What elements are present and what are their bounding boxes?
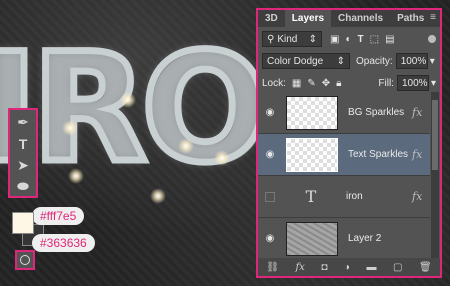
layer-name: Text Sparkles: [348, 149, 409, 160]
lock-position-icon[interactable]: ✥: [322, 78, 330, 89]
blend-mode-value: Color Dodge: [267, 55, 324, 67]
eye-icon[interactable]: ◉: [258, 149, 282, 160]
fx-icon[interactable]: fx: [412, 106, 430, 119]
fx-icon[interactable]: fx: [412, 148, 430, 161]
new-group-icon[interactable]: ▬: [366, 262, 376, 273]
text-layer-thumbnail: T: [305, 187, 317, 206]
layer-row-text-sparkles[interactable]: ◉ Text Sparkles fx: [258, 134, 430, 176]
adjustment-filter-icon[interactable]: ◐: [345, 34, 351, 45]
lock-transparent-icon[interactable]: ▦: [292, 78, 301, 89]
foreground-color-label: #fff7e5: [32, 207, 85, 225]
fx-icon[interactable]: fx: [412, 190, 430, 203]
layers-scrollbar[interactable]: [431, 92, 439, 260]
panel-tabs: 3D Layers Channels Paths ≡: [258, 10, 440, 27]
chevron-updown-icon: ⇕: [336, 55, 345, 67]
smart-object-filter-icon[interactable]: ▤: [385, 34, 394, 45]
tab-paths[interactable]: Paths: [390, 10, 431, 27]
eye-icon[interactable]: ◉: [258, 233, 282, 244]
layer-name: iron: [346, 191, 363, 202]
filter-kind-value: Kind: [277, 33, 298, 45]
sparkle: [178, 138, 194, 154]
layer-thumbnail: [286, 221, 338, 256]
path-selection-tool[interactable]: ➤: [10, 155, 36, 175]
add-layer-style-icon[interactable]: fx: [295, 262, 304, 273]
tab-channels[interactable]: Channels: [331, 10, 390, 27]
scrollbar-thumb[interactable]: [432, 100, 438, 170]
layers-panel: 3D Layers Channels Paths ≡ ⚲ Kind ⇕ ▣ ◐ …: [256, 8, 442, 278]
visibility-toggle-off[interactable]: [258, 191, 282, 202]
type-filter-icon[interactable]: T: [358, 34, 364, 45]
lock-image-icon[interactable]: ✎: [307, 78, 315, 89]
chevron-down-icon[interactable]: ▾: [430, 56, 435, 67]
delete-layer-icon[interactable]: 🗑︎: [419, 262, 432, 273]
fill-label: Fill:: [378, 77, 394, 89]
sparkle: [214, 150, 230, 166]
layer-thumbnail: [286, 137, 338, 172]
eye-icon[interactable]: ◉: [258, 107, 282, 118]
add-mask-icon[interactable]: ◘: [321, 262, 327, 273]
pixel-filter-icon[interactable]: ▣: [330, 34, 339, 45]
layer-row-bg-sparkles[interactable]: ◉ BG Sparkles fx: [258, 92, 430, 134]
opacity-value: 100%: [400, 55, 427, 67]
panel-bottom-bar: ⛓ fx ◘ ◑ ▬ ▢ 🗑︎: [258, 258, 440, 276]
pen-icon: ✒: [17, 113, 29, 130]
lock-label: Lock:: [262, 77, 286, 89]
opacity-label: Opacity:: [356, 55, 393, 67]
chevron-down-icon[interactable]: ▾: [431, 78, 436, 89]
type-icon: T: [18, 136, 28, 152]
filter-kind-select[interactable]: ⚲ Kind ⇕: [262, 31, 322, 47]
layers-list: ◉ BG Sparkles fx ◉ Text Sparkles fx T ir…: [258, 92, 430, 260]
fill-value: 100%: [401, 77, 428, 89]
type-tool[interactable]: T: [10, 134, 36, 154]
sparkle: [120, 92, 136, 108]
background-color-label: #363636: [32, 234, 95, 252]
ellipse-tool[interactable]: ⬬: [10, 176, 36, 196]
search-icon: ⚲: [267, 33, 275, 45]
tab-layers[interactable]: Layers: [284, 10, 332, 27]
shape-filter-icon[interactable]: ⬚: [370, 34, 379, 45]
layer-row-iron[interactable]: T iron fx: [258, 176, 430, 218]
layer-row-layer-2[interactable]: ◉ Layer 2: [258, 218, 430, 260]
adjustment-layer-icon[interactable]: ◑: [344, 262, 350, 273]
layer-name: Layer 2: [348, 233, 382, 244]
quick-mask-button[interactable]: [15, 250, 35, 270]
arrow-icon: ➤: [17, 156, 29, 173]
sparkle: [68, 168, 84, 184]
tools-panel: ✒ T ➤ ⬬: [8, 108, 38, 198]
link-layers-icon[interactable]: ⛓: [266, 262, 279, 273]
opacity-input[interactable]: 100%: [395, 53, 428, 69]
blend-mode-select[interactable]: Color Dodge ⇕: [262, 53, 350, 69]
sparkle: [150, 188, 166, 204]
layer-thumbnail: [286, 95, 338, 130]
new-layer-icon[interactable]: ▢: [393, 262, 402, 273]
foreground-color-swatch[interactable]: [12, 212, 34, 234]
quick-mask-icon: [20, 255, 30, 265]
fill-input[interactable]: 100%: [396, 75, 429, 91]
filter-toggle-icon[interactable]: [428, 35, 436, 43]
chevron-updown-icon: ⇕: [308, 33, 317, 45]
tab-3d[interactable]: 3D: [258, 10, 285, 27]
panel-menu-icon[interactable]: ≡: [430, 12, 436, 23]
lock-all-icon[interactable]: 🔒︎: [336, 78, 341, 89]
ellipse-icon: ⬬: [17, 177, 29, 194]
pen-tool[interactable]: ✒: [10, 112, 36, 132]
layer-name: BG Sparkles: [348, 107, 405, 118]
sparkle: [62, 120, 78, 136]
